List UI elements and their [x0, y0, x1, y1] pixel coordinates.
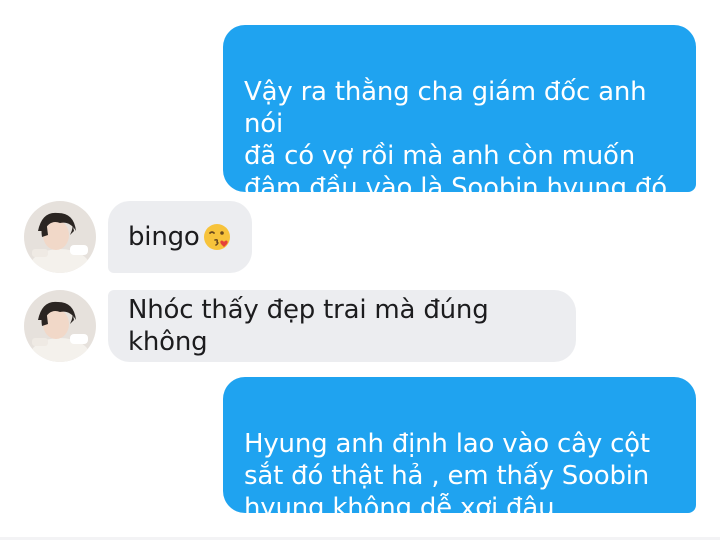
incoming-message-bubble[interactable]: bingo — [108, 201, 252, 273]
message-text: bingo — [128, 222, 200, 252]
message-text: Vậy ra thằng cha giám đốc anh nói đã có … — [244, 77, 667, 235]
incoming-message-bubble[interactable]: Nhóc thấy đẹp trai mà đúng không — [108, 290, 576, 362]
outgoing-message-bubble[interactable]: Hyung anh định lao vào cây cột sắt đó th… — [223, 377, 696, 523]
contact-avatar[interactable] — [24, 290, 96, 362]
message-text: Nhóc thấy đẹp trai mà đúng không — [128, 295, 489, 357]
avatar-photo-icon — [24, 201, 96, 273]
contact-avatar[interactable] — [24, 201, 96, 273]
message-text: Hyung anh định lao vào cây cột sắt đó th… — [244, 429, 650, 523]
avatar-photo-icon — [24, 290, 96, 362]
outgoing-message-bubble[interactable]: Vậy ra thằng cha giám đốc anh nói đã có … — [223, 25, 696, 235]
kissing-wink-emoji-icon — [202, 222, 232, 252]
